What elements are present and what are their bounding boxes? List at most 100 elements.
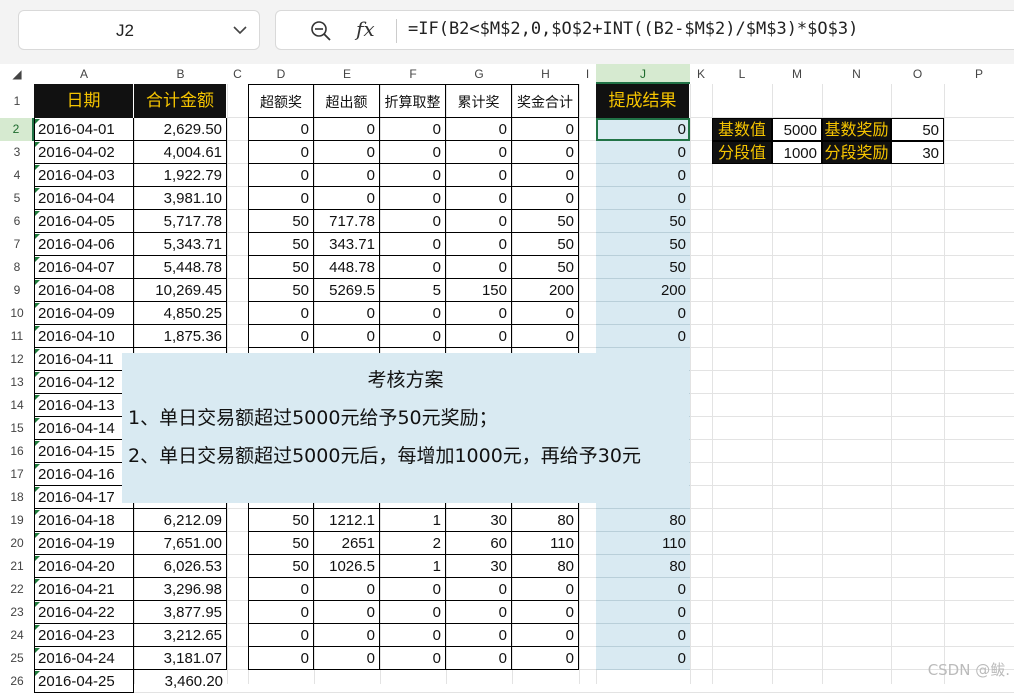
param-base-label[interactable]: 基数值 [712, 118, 772, 141]
cell-e[interactable]: 0 [314, 141, 380, 164]
column-header-e[interactable]: E [314, 64, 380, 84]
cell-date[interactable]: 2016-04-15 [34, 440, 134, 463]
zoom-out-icon[interactable] [310, 20, 332, 42]
param-step-reward-label[interactable]: 分段奖励 [822, 141, 891, 164]
cell-d[interactable]: 0 [248, 647, 314, 670]
param-base-reward[interactable]: 50 [891, 118, 944, 141]
row-header-23[interactable]: 23 [0, 601, 34, 624]
cell-f[interactable]: 0 [380, 302, 446, 325]
cell-amount[interactable]: 6,026.53 [134, 555, 227, 578]
cell-date[interactable]: 2016-04-03 [34, 164, 134, 187]
cell-result[interactable]: 50 [596, 256, 690, 279]
cell-e[interactable]: 1026.5 [314, 555, 380, 578]
column-header-l[interactable]: L [712, 64, 772, 84]
row-header-21[interactable]: 21 [0, 555, 34, 578]
cell-amount[interactable]: 4,004.61 [134, 141, 227, 164]
cell-d[interactable]: 0 [248, 141, 314, 164]
cell-date[interactable]: 2016-04-02 [34, 141, 134, 164]
cell-date[interactable]: 2016-04-16 [34, 463, 134, 486]
cell-result[interactable]: 0 [596, 647, 690, 670]
cell-h[interactable]: 0 [512, 624, 579, 647]
cell-d[interactable]: 50 [248, 532, 314, 555]
column-header-h[interactable]: H [512, 64, 579, 84]
column-header-f[interactable]: F [380, 64, 446, 84]
cell-h[interactable]: 50 [512, 210, 579, 233]
cell-result[interactable]: 0 [596, 624, 690, 647]
cell-e[interactable]: 717.78 [314, 210, 380, 233]
cell-amount[interactable]: 4,850.25 [134, 302, 227, 325]
cell-date[interactable]: 2016-04-25 [34, 670, 134, 693]
column-header-j[interactable]: J [596, 64, 690, 84]
row-header-9[interactable]: 9 [0, 279, 34, 302]
cell-d[interactable]: 0 [248, 578, 314, 601]
cell-date[interactable]: 2016-04-01 [34, 118, 134, 141]
cell-date[interactable]: 2016-04-05 [34, 210, 134, 233]
cell-amount[interactable]: 1,875.36 [134, 325, 227, 348]
cell-result[interactable]: 50 [596, 233, 690, 256]
cell-d[interactable]: 0 [248, 325, 314, 348]
cell-f[interactable]: 2 [380, 532, 446, 555]
note-textbox[interactable]: 考核方案 1、单日交易额超过5000元给予50元奖励； 2、单日交易额超过500… [122, 353, 689, 503]
cell-e[interactable]: 0 [314, 647, 380, 670]
cell-f[interactable]: 1 [380, 509, 446, 532]
cell-date[interactable]: 2016-04-22 [34, 601, 134, 624]
row-header-8[interactable]: 8 [0, 256, 34, 279]
param-base-value[interactable]: 5000 [772, 118, 822, 141]
row-header-20[interactable]: 20 [0, 532, 34, 555]
cell-f[interactable]: 1 [380, 555, 446, 578]
cell-e[interactable]: 448.78 [314, 256, 380, 279]
cell-h[interactable]: 0 [512, 164, 579, 187]
cell-d[interactable]: 50 [248, 555, 314, 578]
cell-f[interactable]: 0 [380, 325, 446, 348]
cell-amount[interactable]: 10,269.45 [134, 279, 227, 302]
cell-e[interactable]: 2651 [314, 532, 380, 555]
cell-date[interactable]: 2016-04-17 [34, 486, 134, 509]
cell-g[interactable]: 0 [446, 233, 512, 256]
row-header-15[interactable]: 15 [0, 417, 34, 440]
cell-h[interactable]: 110 [512, 532, 579, 555]
cell-amount[interactable]: 5,448.78 [134, 256, 227, 279]
param-base-reward-label[interactable]: 基数奖励 [822, 118, 891, 141]
cell-date[interactable]: 2016-04-19 [34, 532, 134, 555]
cell-f[interactable]: 0 [380, 647, 446, 670]
cell-f[interactable]: 0 [380, 578, 446, 601]
cell-amount[interactable]: 5,717.78 [134, 210, 227, 233]
cell-date[interactable]: 2016-04-13 [34, 394, 134, 417]
cell-amount[interactable]: 7,651.00 [134, 532, 227, 555]
cell-date[interactable]: 2016-04-20 [34, 555, 134, 578]
header-j[interactable]: 提成结果 [596, 84, 690, 118]
cell-g[interactable]: 0 [446, 164, 512, 187]
cell-f[interactable]: 0 [380, 210, 446, 233]
cell-f[interactable]: 5 [380, 279, 446, 302]
cell-g[interactable]: 0 [446, 118, 512, 141]
cell-f[interactable]: 0 [380, 256, 446, 279]
cell-date[interactable]: 2016-04-06 [34, 233, 134, 256]
cell-g[interactable]: 0 [446, 578, 512, 601]
cell-e[interactable]: 0 [314, 302, 380, 325]
cell-result[interactable]: 0 [596, 164, 690, 187]
param-step-reward[interactable]: 30 [891, 141, 944, 164]
row-header-26[interactable]: 26 [0, 670, 34, 693]
cell-h[interactable]: 0 [512, 302, 579, 325]
cell-result[interactable]: 80 [596, 509, 690, 532]
cell-amount[interactable]: 6,212.09 [134, 509, 227, 532]
row-header-14[interactable]: 14 [0, 394, 34, 417]
row-header-19[interactable]: 19 [0, 509, 34, 532]
cell-date[interactable]: 2016-04-23 [34, 624, 134, 647]
cell-amount[interactable]: 2,629.50 [134, 118, 227, 141]
cell-e[interactable]: 343.71 [314, 233, 380, 256]
cell-d[interactable]: 50 [248, 279, 314, 302]
cell-d[interactable]: 0 [248, 302, 314, 325]
row-header-2[interactable]: 2 [0, 118, 34, 141]
cell-amount[interactable]: 1,922.79 [134, 164, 227, 187]
column-header-i[interactable]: I [579, 64, 596, 84]
cell-date[interactable]: 2016-04-07 [34, 256, 134, 279]
column-header-g[interactable]: G [446, 64, 512, 84]
column-header-o[interactable]: O [891, 64, 944, 84]
cell-e[interactable]: 0 [314, 164, 380, 187]
cell-h[interactable]: 0 [512, 141, 579, 164]
cell-result[interactable]: 50 [596, 210, 690, 233]
cell-e[interactable]: 0 [314, 325, 380, 348]
cell-h[interactable]: 0 [512, 601, 579, 624]
cell-date[interactable]: 2016-04-09 [34, 302, 134, 325]
